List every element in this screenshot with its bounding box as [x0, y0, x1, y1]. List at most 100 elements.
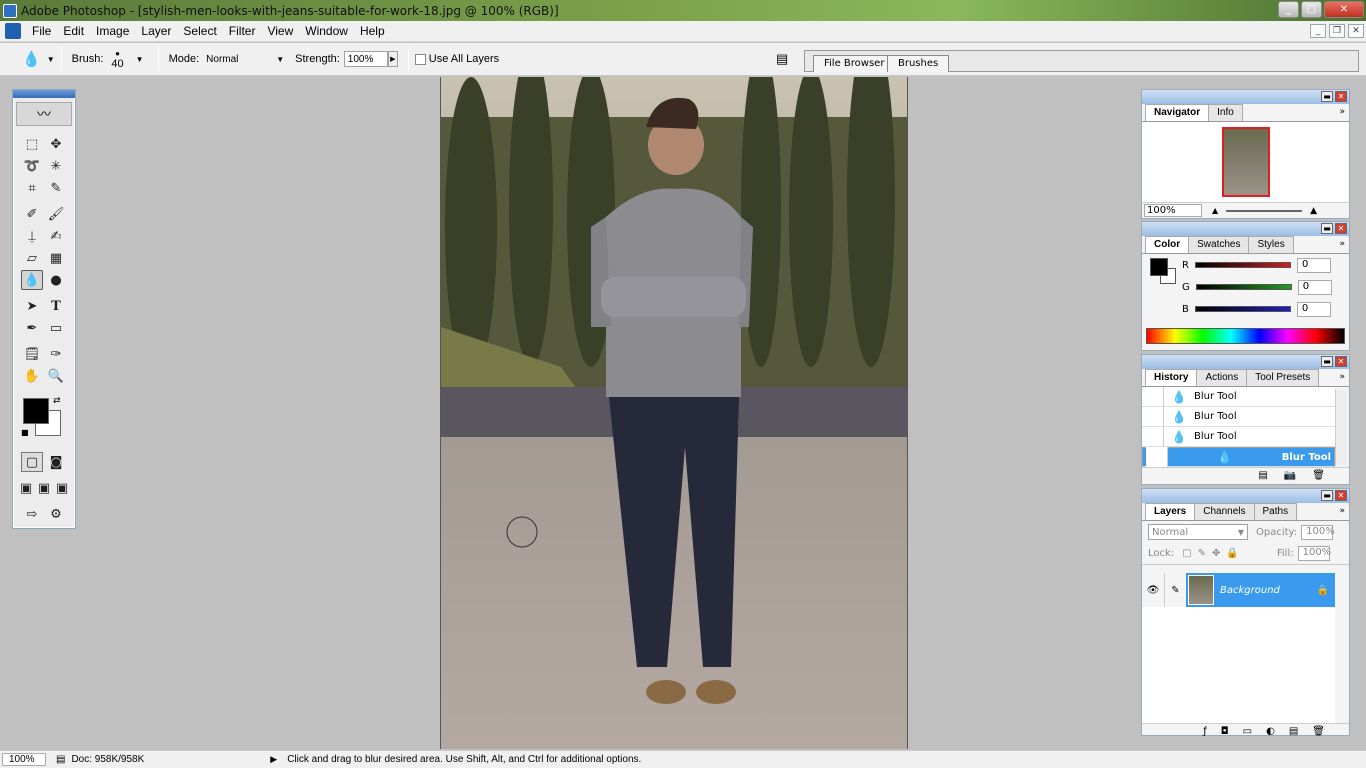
- blend-mode-select[interactable]: Normal ▼: [1148, 524, 1248, 540]
- palette-well-icon[interactable]: ▤: [776, 51, 788, 67]
- lasso-tool-icon[interactable]: ➰: [21, 156, 43, 176]
- menu-layer[interactable]: Layer: [135, 24, 177, 38]
- strength-input[interactable]: 100%: [343, 51, 388, 67]
- layer-style-icon[interactable]: ƒ: [1203, 726, 1207, 737]
- history-item[interactable]: 💧 Blur Tool: [1142, 386, 1335, 407]
- eyedropper-icon[interactable]: ✑: [45, 344, 67, 364]
- pen-tool-icon[interactable]: ✒: [21, 318, 43, 338]
- shape-tool-icon[interactable]: ▭: [45, 318, 67, 338]
- document-icon[interactable]: [5, 23, 21, 39]
- hand-tool-icon[interactable]: ✋: [21, 366, 43, 386]
- trash-icon[interactable]: 🗑: [1312, 470, 1325, 481]
- lock-move-icon[interactable]: ✥: [1212, 548, 1220, 559]
- screen-mode-full-icon[interactable]: ▣: [53, 478, 71, 498]
- chevron-down-icon[interactable]: ▼: [47, 55, 55, 64]
- doc-restore-button[interactable]: ❐: [1329, 24, 1345, 38]
- zoom-out-icon[interactable]: ▲: [1212, 206, 1218, 215]
- tab-actions[interactable]: Actions: [1196, 369, 1248, 386]
- panel-close-button[interactable]: ✕: [1335, 91, 1347, 102]
- navigator-zoom-value[interactable]: 100%: [1144, 204, 1202, 217]
- dodge-tool-icon[interactable]: ●: [45, 270, 67, 290]
- use-all-layers-checkbox[interactable]: [414, 53, 426, 65]
- panel-menu-icon[interactable]: »: [1339, 372, 1345, 382]
- history-item-selected[interactable]: 💧 Blur Tool: [1142, 447, 1335, 467]
- healing-brush-icon[interactable]: ✐: [21, 204, 43, 224]
- new-group-icon[interactable]: ▭: [1243, 726, 1252, 737]
- lock-transparency-icon[interactable]: ▢: [1182, 548, 1191, 559]
- strength-slider-button[interactable]: ▶: [387, 51, 398, 67]
- magic-wand-icon[interactable]: ✳: [45, 156, 67, 176]
- brush-dropdown-icon[interactable]: ▼: [136, 55, 144, 64]
- tab-paths[interactable]: Paths: [1253, 503, 1298, 520]
- standard-mode-icon[interactable]: ▢: [21, 452, 43, 472]
- panel-minimize-button[interactable]: ▬: [1321, 223, 1333, 234]
- slice-tool-icon[interactable]: ✎: [45, 178, 67, 198]
- tab-navigator[interactable]: Navigator: [1145, 104, 1210, 121]
- document-canvas[interactable]: [440, 77, 908, 749]
- screen-mode-standard-icon[interactable]: ▣: [17, 478, 35, 498]
- screen-mode-full-menu-icon[interactable]: ▣: [35, 478, 53, 498]
- tab-layers[interactable]: Layers: [1145, 503, 1196, 520]
- new-layer-icon[interactable]: ▤: [1289, 726, 1298, 737]
- history-scrollbar[interactable]: [1335, 390, 1347, 466]
- zoom-in-icon[interactable]: ▲: [1310, 206, 1317, 216]
- red-slider[interactable]: [1194, 262, 1291, 268]
- marquee-tool-icon[interactable]: ⬚: [21, 134, 43, 154]
- gradient-tool-icon[interactable]: ▦: [45, 248, 67, 268]
- menu-file[interactable]: File: [26, 24, 57, 38]
- tab-file-browser[interactable]: File Browser: [813, 55, 896, 72]
- crop-tool-icon[interactable]: ⌗: [21, 178, 43, 198]
- color-ramp[interactable]: [1146, 328, 1345, 344]
- panel-close-button[interactable]: ✕: [1335, 223, 1347, 234]
- panel-minimize-button[interactable]: ▬: [1321, 490, 1333, 501]
- tab-styles[interactable]: Styles: [1248, 236, 1294, 253]
- tab-brushes[interactable]: Brushes: [887, 55, 950, 72]
- path-selection-icon[interactable]: ➤: [21, 296, 43, 316]
- tab-color[interactable]: Color: [1145, 236, 1190, 253]
- menu-filter[interactable]: Filter: [223, 24, 262, 38]
- default-colors-icon[interactable]: ■: [21, 428, 29, 437]
- doc-info-icon[interactable]: ▤: [56, 754, 65, 765]
- panel-minimize-button[interactable]: ▬: [1321, 91, 1333, 102]
- swap-colors-icon[interactable]: ⇄: [53, 396, 61, 406]
- menu-help[interactable]: Help: [354, 24, 391, 38]
- blue-slider[interactable]: [1194, 306, 1291, 312]
- zoom-tool-icon[interactable]: 🔍: [45, 366, 67, 386]
- toolbox-title[interactable]: [13, 90, 75, 98]
- navigator-thumbnail[interactable]: [1221, 127, 1270, 197]
- history-item[interactable]: 💧 Blur Tool: [1142, 406, 1335, 427]
- trash-icon[interactable]: 🗑: [1312, 726, 1325, 737]
- mode-select[interactable]: Normal ▼: [203, 51, 287, 67]
- close-button[interactable]: ✕: [1324, 1, 1364, 18]
- blur-tool-icon[interactable]: 💧: [21, 270, 43, 290]
- doc-minimize-button[interactable]: _: [1310, 24, 1326, 38]
- brush-icon[interactable]: ✎: [1164, 573, 1186, 607]
- brush-tool-icon[interactable]: 🖌: [45, 204, 67, 224]
- eraser-tool-icon[interactable]: ▱: [21, 248, 43, 268]
- maximize-button[interactable]: □: [1301, 1, 1322, 18]
- green-value[interactable]: 0: [1297, 279, 1332, 295]
- panel-close-button[interactable]: ✕: [1335, 356, 1347, 367]
- imageready-icon[interactable]: ⚙: [45, 504, 67, 524]
- green-slider[interactable]: [1195, 284, 1292, 290]
- layer-mask-icon[interactable]: ◘: [1221, 726, 1229, 737]
- opacity-input[interactable]: 100%: [1301, 524, 1335, 540]
- fill-input[interactable]: 100%: [1297, 546, 1331, 561]
- red-value[interactable]: 0: [1296, 257, 1331, 273]
- new-document-icon[interactable]: ▤: [1258, 470, 1267, 481]
- adjustment-layer-icon[interactable]: ◐: [1266, 726, 1275, 737]
- minimize-button[interactable]: _: [1278, 1, 1299, 18]
- jump-to-imageready-icon[interactable]: ⇨: [21, 504, 43, 524]
- layer-name[interactable]: Background: [1220, 585, 1317, 596]
- tab-swatches[interactable]: Swatches: [1188, 236, 1250, 253]
- menu-edit[interactable]: Edit: [57, 24, 90, 38]
- status-menu-arrow-icon[interactable]: ▶: [270, 754, 277, 765]
- eye-icon[interactable]: 👁: [1142, 573, 1164, 607]
- quick-mask-icon[interactable]: ◙: [45, 452, 67, 472]
- panel-menu-icon[interactable]: »: [1339, 107, 1345, 117]
- menu-image[interactable]: Image: [90, 24, 135, 38]
- tab-tool-presets[interactable]: Tool Presets: [1246, 369, 1320, 386]
- snapshot-icon[interactable]: 📷: [1284, 470, 1296, 481]
- menu-select[interactable]: Select: [177, 24, 222, 38]
- status-zoom[interactable]: 100%: [2, 753, 46, 766]
